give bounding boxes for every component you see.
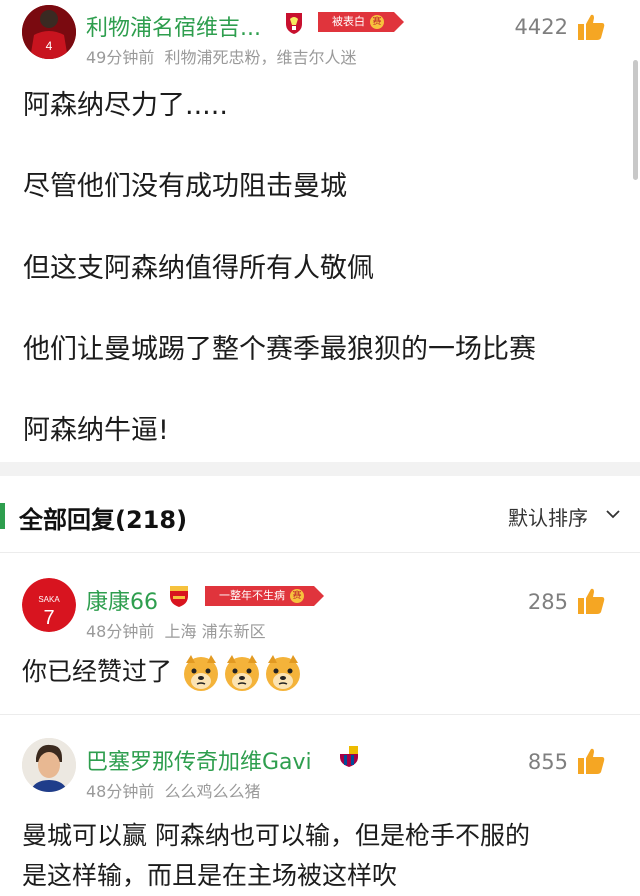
post-line-1: 阿森纳尽力了.....	[23, 90, 228, 121]
avatar[interactable]: 4	[22, 5, 76, 59]
avatar-number: 4	[46, 39, 53, 53]
arsenal-crest-icon	[170, 586, 188, 607]
user-tag: 被表白赛	[318, 12, 404, 32]
section-divider	[0, 462, 640, 476]
reply-location: 上海 浦东新区	[164, 622, 266, 641]
sort-dropdown[interactable]: 默认排序	[508, 502, 588, 531]
like-count: 855	[527, 750, 568, 774]
avatar-name: SAKA	[38, 595, 60, 604]
reply-text: 你已经赞过了	[22, 657, 173, 686]
replies-title: 全部回复(218)	[19, 506, 188, 534]
liverpool-crest-icon	[286, 13, 302, 34]
tag-badge: 赛	[370, 15, 384, 29]
doge-emoji-icon	[183, 655, 218, 691]
main-post: 4 利物浦名宿维吉... 被表白赛 49分钟前 利物浦死忠粉，维吉尔人迷 442…	[0, 0, 640, 462]
avatar[interactable]: SAKA 7	[22, 578, 76, 632]
reply-time: 48分钟前	[86, 782, 155, 801]
like-count: 4422	[514, 15, 568, 39]
user-bio: 么么鸡么么猪	[164, 782, 261, 801]
doge-emoji-icon	[224, 655, 259, 691]
thumbs-up-icon[interactable]	[576, 12, 606, 42]
post-line-5: 阿森纳牛逼!	[23, 415, 169, 446]
thumbs-up-icon[interactable]	[576, 586, 606, 616]
user-bio: 利物浦死忠粉，维吉尔人迷	[164, 48, 357, 67]
reply-time: 48分钟前	[86, 622, 155, 641]
chevron-down-icon[interactable]	[605, 506, 621, 522]
user-tag: 一整年不生病赛	[205, 586, 324, 606]
reply-text-line-2: 是这样输，而且是在主场被这样吹	[22, 861, 398, 890]
reply-meta: 48分钟前 么么鸡么么猪	[86, 778, 261, 802]
post-line-4: 他们让曼城踢了整个赛季最狼狈的一场比赛	[23, 334, 536, 365]
divider-line	[0, 552, 640, 553]
tag-badge: 赛	[290, 589, 304, 603]
post-line-3: 但这支阿森纳值得所有人敬佩	[23, 253, 374, 284]
reply-text-line-1: 曼城可以赢 阿森纳也可以输，但是枪手不服的	[22, 821, 530, 850]
post-time: 49分钟前	[86, 48, 155, 67]
post-meta: 49分钟前 利物浦死忠粉，维吉尔人迷	[86, 44, 357, 68]
divider-line	[0, 714, 640, 715]
avatar-number: 7	[43, 607, 54, 629]
username[interactable]: 康康66	[86, 584, 158, 616]
avatar[interactable]	[22, 738, 76, 792]
thumbs-up-icon[interactable]	[576, 746, 606, 776]
username[interactable]: 利物浦名宿维吉...	[86, 10, 261, 42]
barcelona-crest-icon	[340, 746, 358, 767]
tag-label: 被表白	[332, 15, 365, 28]
tag-label: 一整年不生病	[219, 589, 285, 602]
like-count: 285	[527, 590, 568, 614]
reply-content: 你已经赞过了	[22, 652, 303, 693]
reply-meta: 48分钟前 上海 浦东新区	[86, 618, 266, 642]
doge-emoji-icon	[265, 655, 300, 691]
username[interactable]: 巴塞罗那传奇加维Gavi	[86, 744, 312, 776]
section-accent-bar	[0, 503, 5, 529]
post-line-2: 尽管他们没有成功阻击曼城	[23, 171, 347, 202]
